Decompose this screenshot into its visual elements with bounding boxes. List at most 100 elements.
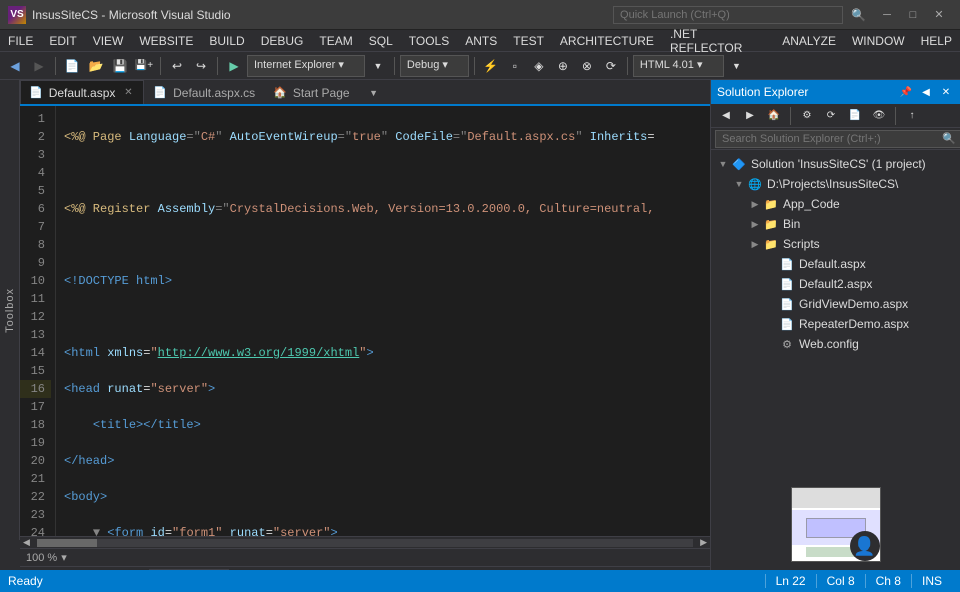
bin-icon: 📁 [763,216,779,232]
menu-view[interactable]: VIEW [85,30,132,52]
menu-website[interactable]: WEBSITE [131,30,201,52]
tab-close-default-aspx[interactable]: ✕ [121,86,135,100]
menu-file[interactable]: FILE [0,30,41,52]
se-node-bin[interactable]: ▶ 📁 Bin [711,214,960,234]
se-node-repeater-aspx[interactable]: ▶ 📄 RepeaterDemo.aspx [711,314,960,334]
solution-explorer-title: Solution Explorer [717,85,808,99]
gridview-aspx-label: GridViewDemo.aspx [799,297,908,311]
scroll-track[interactable] [37,539,693,547]
menu-sql[interactable]: SQL [361,30,401,52]
html-version-arrow[interactable]: ▼ [726,55,748,77]
se-sep-1 [790,107,791,125]
menu-edit[interactable]: EDIT [41,30,84,52]
tab-dropdown-arrow[interactable]: ▼ [363,82,385,104]
se-node-web-config[interactable]: ▶ ⚙ Web.config [711,334,960,354]
toolbar-btn-2[interactable]: ▫ [504,55,526,77]
back-button[interactable]: ◀ [4,55,26,77]
toolbox-panel[interactable]: Toolbox [0,80,20,540]
menu-build[interactable]: BUILD [201,30,252,52]
redo-button[interactable]: ↪ [190,55,212,77]
se-refresh-button[interactable]: ⟳ [820,105,842,127]
main-editor-area: 📄 Default.aspx ✕ 📄 Default.aspx.cs 🏠 Sta… [20,80,710,592]
maximize-button[interactable]: □ [900,2,926,28]
se-forward-button[interactable]: ▶ [739,105,761,127]
project-arrow: ▼ [731,179,747,189]
gridview-aspx-icon: 📄 [779,296,795,312]
tab-start-page[interactable]: 🏠 Start Page [264,80,358,104]
toolbar-btn-4[interactable]: ⊕ [552,55,574,77]
web-config-icon: ⚙ [779,336,795,352]
browser-selector[interactable]: Internet Explorer ▾ [247,55,365,77]
menu-tools[interactable]: TOOLS [401,30,457,52]
se-back-button[interactable]: ◀ [715,105,737,127]
open-file-button[interactable]: 📂 [85,55,107,77]
se-pin-button[interactable]: 📌 [898,84,914,100]
zoom-value: 100 % [26,552,57,564]
browser-dropdown-arrow[interactable]: ▼ [367,55,389,77]
menu-test[interactable]: TEST [505,30,552,52]
tab-label-default-aspx-cs: Default.aspx.cs [173,86,255,100]
se-node-gridview-aspx[interactable]: ▶ 📄 GridViewDemo.aspx [711,294,960,314]
start-debug-button[interactable]: ▶ [223,55,245,77]
menu-net-reflector[interactable]: .NET REFLECTOR [662,30,774,52]
scroll-right-btn[interactable]: ▶ [697,537,710,548]
menu-help[interactable]: HELP [913,30,960,52]
se-auto-hide-button[interactable]: ◀ [918,84,934,100]
status-ready: Ready [8,574,43,588]
new-file-button[interactable]: 📄 [61,55,83,77]
se-node-default2-aspx[interactable]: ▶ 📄 Default2.aspx [711,274,960,294]
tab-default-aspx[interactable]: 📄 Default.aspx ✕ [20,80,144,104]
se-node-project[interactable]: ▼ 🌐 D:\Projects\InsusSiteCS\ [711,174,960,194]
forward-button[interactable]: ▶ [28,55,50,77]
app-code-label: App_Code [783,197,840,211]
menu-window[interactable]: WINDOW [844,30,913,52]
menu-architecture[interactable]: ARCHITECTURE [552,30,662,52]
scroll-left-btn[interactable]: ◀ [20,537,33,548]
html-version-selector[interactable]: HTML 4.01 ▾ [633,55,724,77]
save-all-button[interactable]: 💾+ [133,55,155,77]
toolbar-separator-6 [627,57,628,75]
toolbar-btn-1[interactable]: ⚡ [480,55,502,77]
menu-debug[interactable]: DEBUG [253,30,312,52]
code-editor[interactable]: 1 2 3 4 5 6 7 8 9 10 11 12 13 14 15 16 1… [20,106,710,536]
close-button[interactable]: ✕ [926,2,952,28]
se-show-all-button[interactable]: 👁 [868,105,890,127]
default2-aspx-icon: 📄 [779,276,795,292]
toolbar-btn-3[interactable]: ◈ [528,55,550,77]
cs-file-icon: 📄 [153,86,167,99]
se-properties-button[interactable]: ⚙ [796,105,818,127]
solution-label: Solution 'InsusSiteCS' (1 project) [751,157,926,171]
se-sep-2 [895,107,896,125]
toolbar-separator-2 [160,57,161,75]
se-close-button[interactable]: ✕ [938,84,954,100]
se-node-default-aspx[interactable]: ▶ 📄 Default.aspx [711,254,960,274]
solution-tree: ▼ 🔷 Solution 'InsusSiteCS' (1 project) ▼… [711,150,960,509]
toolbar-btn-6[interactable]: ⟳ [600,55,622,77]
se-new-file-button[interactable]: 📄 [844,105,866,127]
code-content[interactable]: <%@ Page Language="C#" AutoEventWireup="… [56,106,710,536]
save-button[interactable]: 💾 [109,55,131,77]
se-node-scripts[interactable]: ▶ 📁 Scripts [711,234,960,254]
se-search-input[interactable] [715,130,960,148]
tab-default-aspx-cs[interactable]: 📄 Default.aspx.cs [144,80,264,104]
minimize-button[interactable]: ─ [874,2,900,28]
toolbox-label: Toolbox [4,288,16,333]
menu-team[interactable]: TEAM [311,30,360,52]
menu-analyze[interactable]: ANALYZE [774,30,844,52]
se-collapse-button[interactable]: ↑ [901,105,923,127]
se-node-solution[interactable]: ▼ 🔷 Solution 'InsusSiteCS' (1 project) [711,154,960,174]
debug-mode-selector[interactable]: Debug ▾ [400,55,469,77]
scripts-icon: 📁 [763,236,779,252]
toolbar-btn-5[interactable]: ⊗ [576,55,598,77]
bin-arrow: ▶ [747,219,763,230]
undo-button[interactable]: ↩ [166,55,188,77]
horizontal-scrollbar[interactable]: ◀ ▶ [20,536,710,548]
scripts-arrow: ▶ [747,239,763,250]
se-home-button[interactable]: 🏠 [763,105,785,127]
se-node-app-code[interactable]: ▶ 📁 App_Code [711,194,960,214]
menu-ants[interactable]: ANTS [457,30,505,52]
zoom-bar: 100 % ▾ [20,548,710,566]
quick-launch-input[interactable] [613,6,843,24]
scroll-thumb[interactable] [37,539,97,547]
zoom-icon[interactable]: ▾ [61,551,67,564]
